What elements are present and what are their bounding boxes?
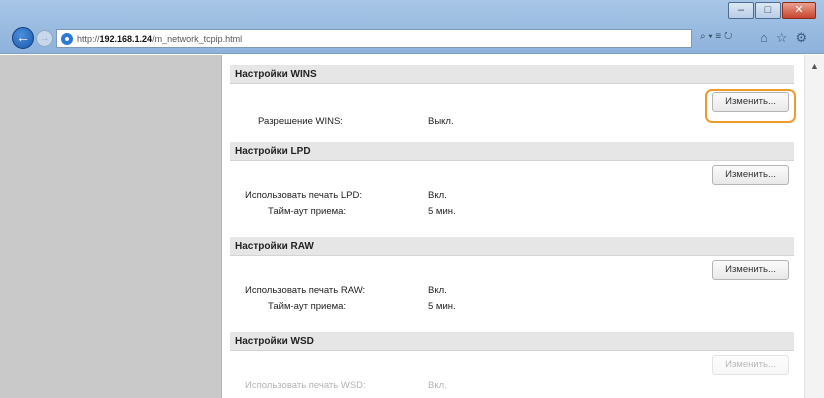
- section-title: Настройки LPD: [230, 142, 794, 161]
- minimize-button[interactable]: –: [728, 2, 754, 19]
- address-bar[interactable]: http://192.168.1.24/m_network_tcpip.html: [56, 29, 692, 48]
- field-value: Вкл.: [428, 380, 447, 391]
- field-label: Использовать печать LPD:: [245, 190, 362, 201]
- window-controls: – □ ✕: [728, 2, 816, 19]
- scroll-up-arrow-icon[interactable]: ▲: [810, 61, 819, 71]
- field-label: Разрешение WINS:: [258, 116, 343, 127]
- raw-settings-section: Настройки RAW Изменить... Использовать п…: [230, 237, 794, 315]
- field-value: Выкл.: [428, 116, 454, 127]
- field-row: Разрешение WINS: Выкл.: [230, 114, 794, 130]
- section-title: Настройки WSD: [230, 332, 794, 351]
- url-text: http://192.168.1.24/m_network_tcpip.html: [77, 33, 243, 44]
- field-value: 5 мин.: [428, 301, 456, 312]
- field-label: Использовать печать RAW:: [245, 285, 366, 296]
- section-title: Настройки WINS: [230, 65, 794, 84]
- browser-chrome: – □ ✕ ← → http://192.168.1.24/m_network_…: [0, 0, 824, 54]
- field-value: Вкл.: [428, 285, 447, 296]
- toolbar-icons: ⌂ ☆ ⚙: [760, 30, 807, 46]
- lpd-settings-section: Настройки LPD Изменить... Использовать п…: [230, 142, 794, 220]
- settings-gear-icon[interactable]: ⚙: [796, 30, 808, 46]
- field-label: Тайм-аут приема:: [268, 206, 347, 217]
- forward-arrow-icon[interactable]: →: [36, 30, 53, 47]
- wins-settings-section: Настройки WINS Изменить... Разрешение WI…: [230, 65, 796, 130]
- section-title: Настройки RAW: [230, 237, 794, 256]
- ie-logo-icon: [61, 32, 73, 45]
- favorites-star-icon[interactable]: ☆: [776, 30, 788, 46]
- field-value: 5 мин.: [428, 206, 456, 217]
- field-value: Вкл.: [428, 190, 447, 201]
- back-arrow-icon[interactable]: ←: [12, 27, 34, 49]
- maximize-button[interactable]: □: [755, 2, 781, 19]
- wsd-change-button[interactable]: Изменить...: [712, 355, 789, 375]
- field-label: Использовать печать WSD:: [245, 380, 366, 391]
- close-button[interactable]: ✕: [782, 2, 816, 19]
- left-navigation-panel: [0, 55, 222, 398]
- field-label: Тайм-аут приема:: [268, 301, 347, 312]
- web-page: Настройки WINS Изменить... Разрешение WI…: [0, 55, 824, 398]
- field-row: Тайм-аут приема: 5 мин.: [230, 204, 794, 220]
- address-tools[interactable]: ⌕ ▾ ≡ ↻: [700, 31, 732, 42]
- home-icon[interactable]: ⌂: [760, 30, 768, 46]
- field-row: Использовать печать RAW: Вкл.: [230, 283, 794, 299]
- vertical-scrollbar[interactable]: ▲: [804, 55, 824, 398]
- field-row: Использовать печать WSD: Вкл.: [230, 378, 794, 394]
- field-row: Тайм-аут приема: 5 мин.: [230, 299, 794, 315]
- lpd-change-button[interactable]: Изменить...: [712, 165, 789, 185]
- raw-change-button[interactable]: Изменить...: [712, 260, 789, 280]
- wsd-settings-section: Настройки WSD Изменить... Использовать п…: [230, 332, 794, 394]
- field-row: Использовать печать LPD: Вкл.: [230, 188, 794, 204]
